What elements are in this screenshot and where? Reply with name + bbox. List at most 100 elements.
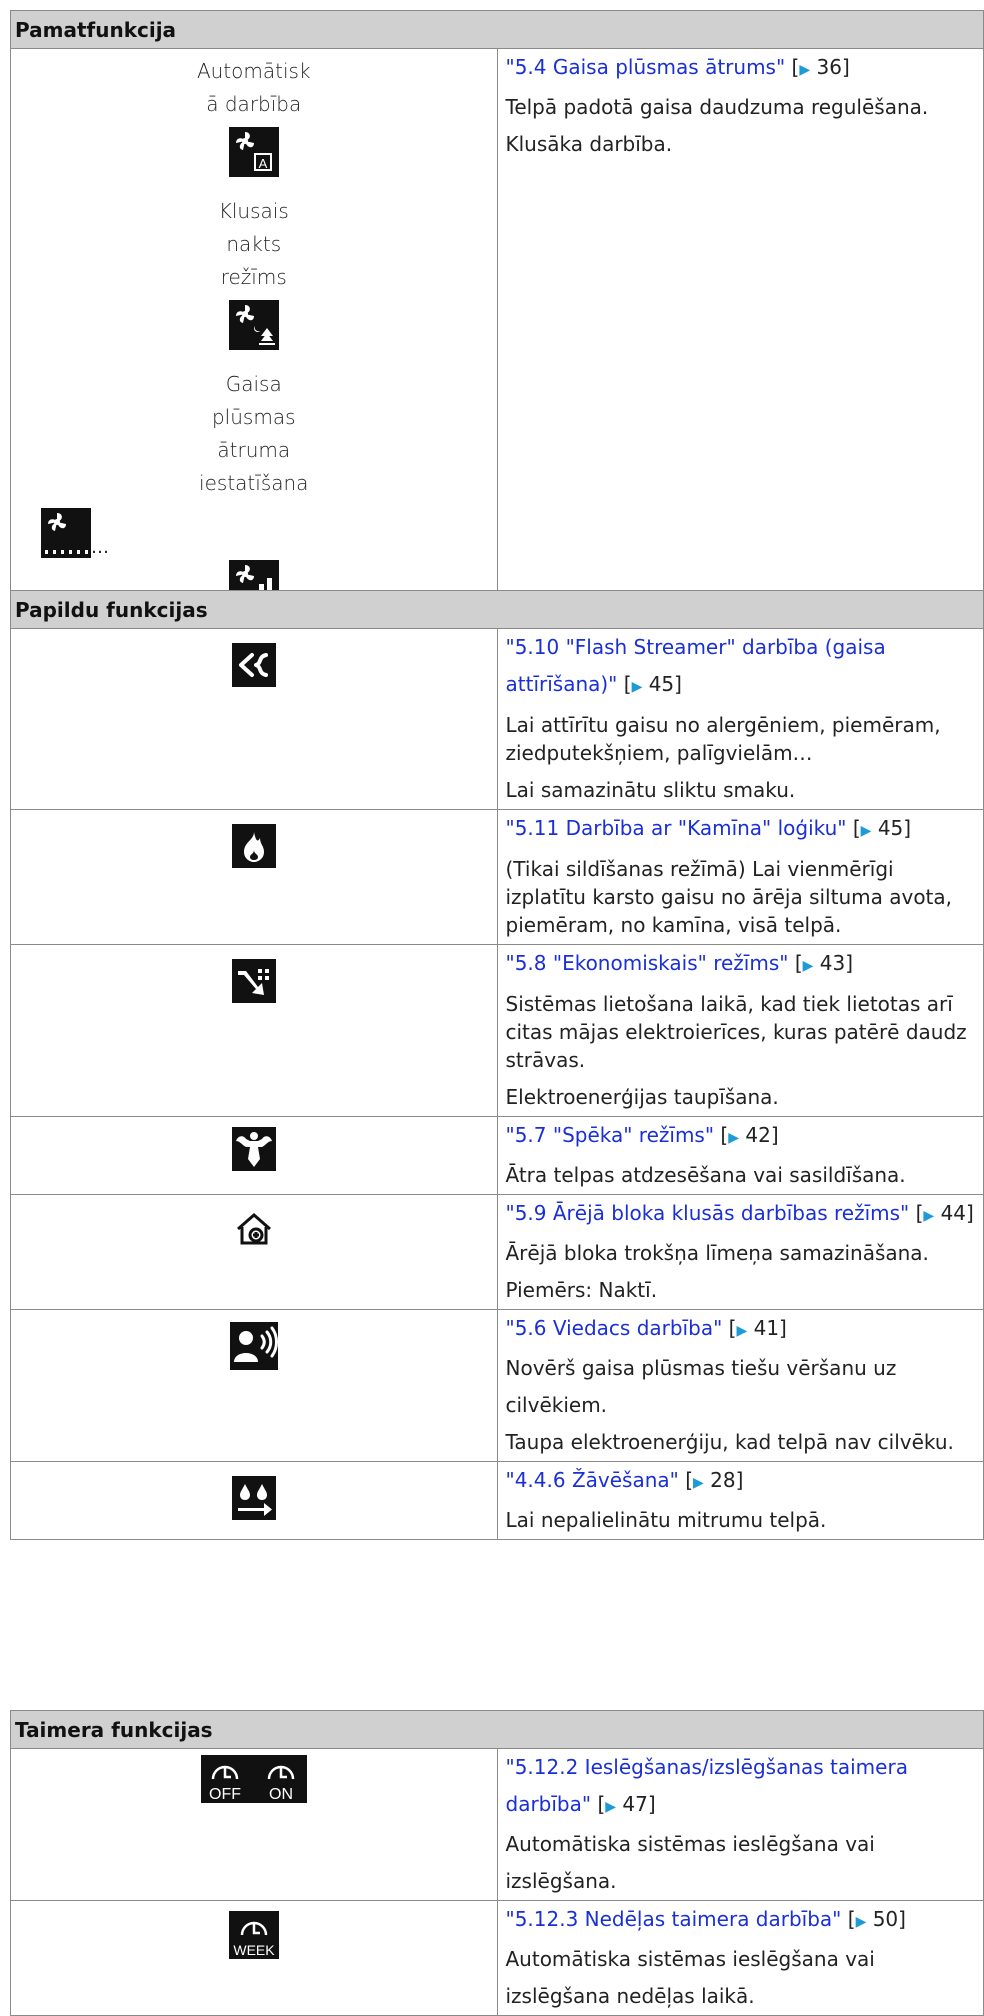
page-arrow-icon: ▶ — [860, 823, 872, 839]
section-link[interactable]: "4.4.6 Žāvēšana" — [506, 1468, 679, 1492]
section-link[interactable]: "5.7 "Spēka" režīms" — [506, 1123, 715, 1147]
description-line: (Tikai sildīšanas režīmā) Lai vienmērīgi… — [505, 857, 953, 937]
fan-speed-label: Gaisa plūsmas ātruma iestatīšana — [199, 372, 309, 495]
section-link[interactable]: "5.12.3 Nedēļas taimera darbība" — [506, 1907, 842, 1931]
off-label: OFF — [209, 1786, 241, 1803]
bracket-close: ] — [841, 55, 850, 79]
reference-line: "4.4.6 Žāvēšana" [▶ 28] — [506, 1462, 976, 1502]
auto-operation-label: Automātisk ā darbība — [196, 59, 311, 116]
table-papildu-funkcijas: Papildu funkcijas "5.10 "Flash Streamer"… — [10, 590, 984, 1540]
bracket-open: [ — [623, 672, 632, 696]
content-cell: "5.12.2 Ieslēgšanas/izslēgšanas taimera … — [496, 1748, 984, 1901]
section-header: Papildu funkcijas — [10, 590, 984, 629]
reference-line: "5.9 Ārējā bloka klusās darbības režīms"… — [506, 1195, 976, 1235]
reference-line: "5.11 Darbība ar "Kamīna" loģiku" [▶ 45] — [506, 810, 976, 850]
week-timer-icon: WEEK — [11, 1911, 497, 1959]
section-link[interactable]: "5.8 "Ekonomiskais" režīms" — [506, 951, 789, 975]
section-link[interactable]: "5.6 Viedacs darbība" — [506, 1316, 723, 1340]
icon-cell — [10, 1309, 498, 1462]
page-number[interactable]: 36 — [816, 55, 841, 79]
reference-line: "5.8 "Ekonomiskais" režīms" [▶ 43] — [506, 945, 976, 985]
page-number[interactable]: 45 — [649, 672, 674, 696]
description-line: Lai samazinātu sliktu smaku. — [505, 778, 796, 802]
page-arrow-icon: ▶ — [631, 679, 643, 695]
icon-cell — [10, 1116, 498, 1195]
ellipsis: … — [91, 537, 109, 558]
description-line: Ārējā bloka trokšņa līmeņa samazināšana.… — [505, 1241, 929, 1302]
fireplace-flame-icon — [11, 824, 497, 868]
icon-cell: OFF ON — [10, 1748, 498, 1901]
page-arrow-icon: ▶ — [923, 1208, 935, 1224]
bracket-open: [ — [794, 951, 803, 975]
page-number[interactable]: 44 — [941, 1201, 966, 1225]
content-cell: "5.11 Darbība ar "Kamīna" loģiku" [▶ 45]… — [496, 809, 984, 945]
bracket-close: ] — [674, 672, 682, 696]
section-link[interactable]: "5.12.2 Ieslēgšanas/izslēgšanas taimera … — [506, 1755, 908, 1816]
content-cell: "4.4.6 Žāvēšana" [▶ 28] Lai nepalielināt… — [496, 1461, 984, 1540]
quiet-night-label: Klusais nakts režīms — [218, 199, 289, 289]
bracket-close: ] — [903, 816, 912, 840]
bracket-open: [ — [685, 1468, 694, 1492]
fan-speed-min-icon: … — [11, 508, 497, 558]
description-line: Novērš gaisa plūsmas tiešu vēršanu uz ci… — [505, 1356, 897, 1417]
table-taimera-funkcijas: Taimera funkcijas OFF ON "5.12.2 Ieslēgša… — [10, 1710, 984, 2016]
content-cell: "5.6 Viedacs darbība" [▶ 41] Novērš gais… — [496, 1309, 984, 1462]
description-line: Klusāka darbība. — [505, 132, 673, 156]
description-line: Lai nepalielinātu mitrumu telpā. — [505, 1508, 827, 1532]
description-line: Automātiska sistēmas ieslēgšana vai izsl… — [505, 1947, 875, 2008]
bracket-open: [ — [852, 816, 861, 840]
bracket-open: [ — [847, 1907, 856, 1931]
on-label: ON — [269, 1786, 293, 1803]
page-arrow-icon: ▶ — [802, 958, 814, 974]
reference-line: "5.6 Viedacs darbība" [▶ 41] — [506, 1310, 976, 1350]
description-line: Ātra telpas atdzesēšana vai sasildīšana. — [505, 1163, 906, 1187]
description-line: Taupa elektroenerģiju, kad telpā nav cil… — [505, 1430, 954, 1454]
section-header: Taimera funkcijas — [10, 1710, 984, 1749]
bracket-close: ] — [966, 1201, 974, 1225]
icon-cell: WEEK — [10, 1900, 498, 2016]
page-number[interactable]: 42 — [745, 1123, 770, 1147]
powerful-mode-icon — [11, 1127, 497, 1171]
table-pamatfunkcija: Pamatfunkcija Automātisk ā darbība A Klu… — [10, 10, 984, 611]
content-cell: "5.7 "Spēka" režīms" [▶ 42] Ātra telpas … — [496, 1116, 984, 1195]
description-line: Lai attīrītu gaisu no alergēniem, piemēr… — [505, 713, 941, 765]
on-off-timer-icon: OFF ON — [11, 1755, 497, 1803]
reference-line: "5.12.2 Ieslēgšanas/izslēgšanas taimera … — [506, 1749, 976, 1826]
flash-streamer-icon — [11, 643, 497, 687]
description-line: Automātiska sistēmas ieslēgšana vai izsl… — [505, 1832, 875, 1893]
icon-cell — [10, 1194, 498, 1310]
content-cell: "5.8 "Ekonomiskais" režīms" [▶ 43] Sistē… — [496, 944, 984, 1117]
reference-line: "5.7 "Spēka" režīms" [▶ 42] — [506, 1117, 976, 1157]
econo-mode-icon — [11, 959, 497, 1003]
page-number[interactable]: 41 — [754, 1316, 779, 1340]
page-number[interactable]: 43 — [820, 951, 845, 975]
page-number[interactable]: 50 — [873, 1907, 898, 1931]
page-arrow-icon: ▶ — [693, 1475, 704, 1491]
bracket-close: ] — [770, 1123, 779, 1147]
icon-cell — [10, 809, 498, 945]
bracket-close: ] — [845, 951, 854, 975]
page-number[interactable]: 28 — [710, 1468, 735, 1492]
reference-line: "5.10 "Flash Streamer" darbība (gaisa at… — [506, 629, 976, 706]
page-number[interactable]: 47 — [622, 1792, 647, 1816]
reference-line: "5.4 Gaisa plūsmas ātrums" [▶ 36] — [506, 49, 976, 89]
description-line: Elektroenerģijas taupīšana. — [505, 1085, 779, 1109]
bracket-close: ] — [735, 1468, 744, 1492]
page-number[interactable]: 45 — [878, 816, 903, 840]
icon-cell — [10, 628, 498, 810]
section-link[interactable]: "5.10 "Flash Streamer" darbība (gaisa at… — [506, 635, 886, 696]
page-arrow-icon: ▶ — [736, 1323, 748, 1339]
section-link[interactable]: "5.9 Ārējā bloka klusās darbības režīms" — [506, 1201, 910, 1225]
svg-text:A: A — [258, 156, 267, 171]
bracket-close: ] — [779, 1316, 787, 1340]
section-link[interactable]: "5.4 Gaisa plūsmas ātrums" — [506, 55, 786, 79]
icon-cell — [10, 1461, 498, 1540]
page-arrow-icon: ▶ — [728, 1130, 739, 1146]
section-link[interactable]: "5.11 Darbība ar "Kamīna" loģiku" — [506, 816, 847, 840]
outdoor-quiet-icon — [11, 1207, 497, 1255]
content-cell: "5.12.3 Nedēļas taimera darbība" [▶ 50] … — [496, 1900, 984, 2016]
week-label: WEEK — [233, 1942, 275, 1958]
description-line: Sistēmas lietošana laikā, kad tiek lieto… — [505, 992, 967, 1072]
page-arrow-icon: ▶ — [799, 62, 811, 78]
content-cell: "5.4 Gaisa plūsmas ātrums" [▶ 36] Telpā … — [496, 48, 984, 611]
